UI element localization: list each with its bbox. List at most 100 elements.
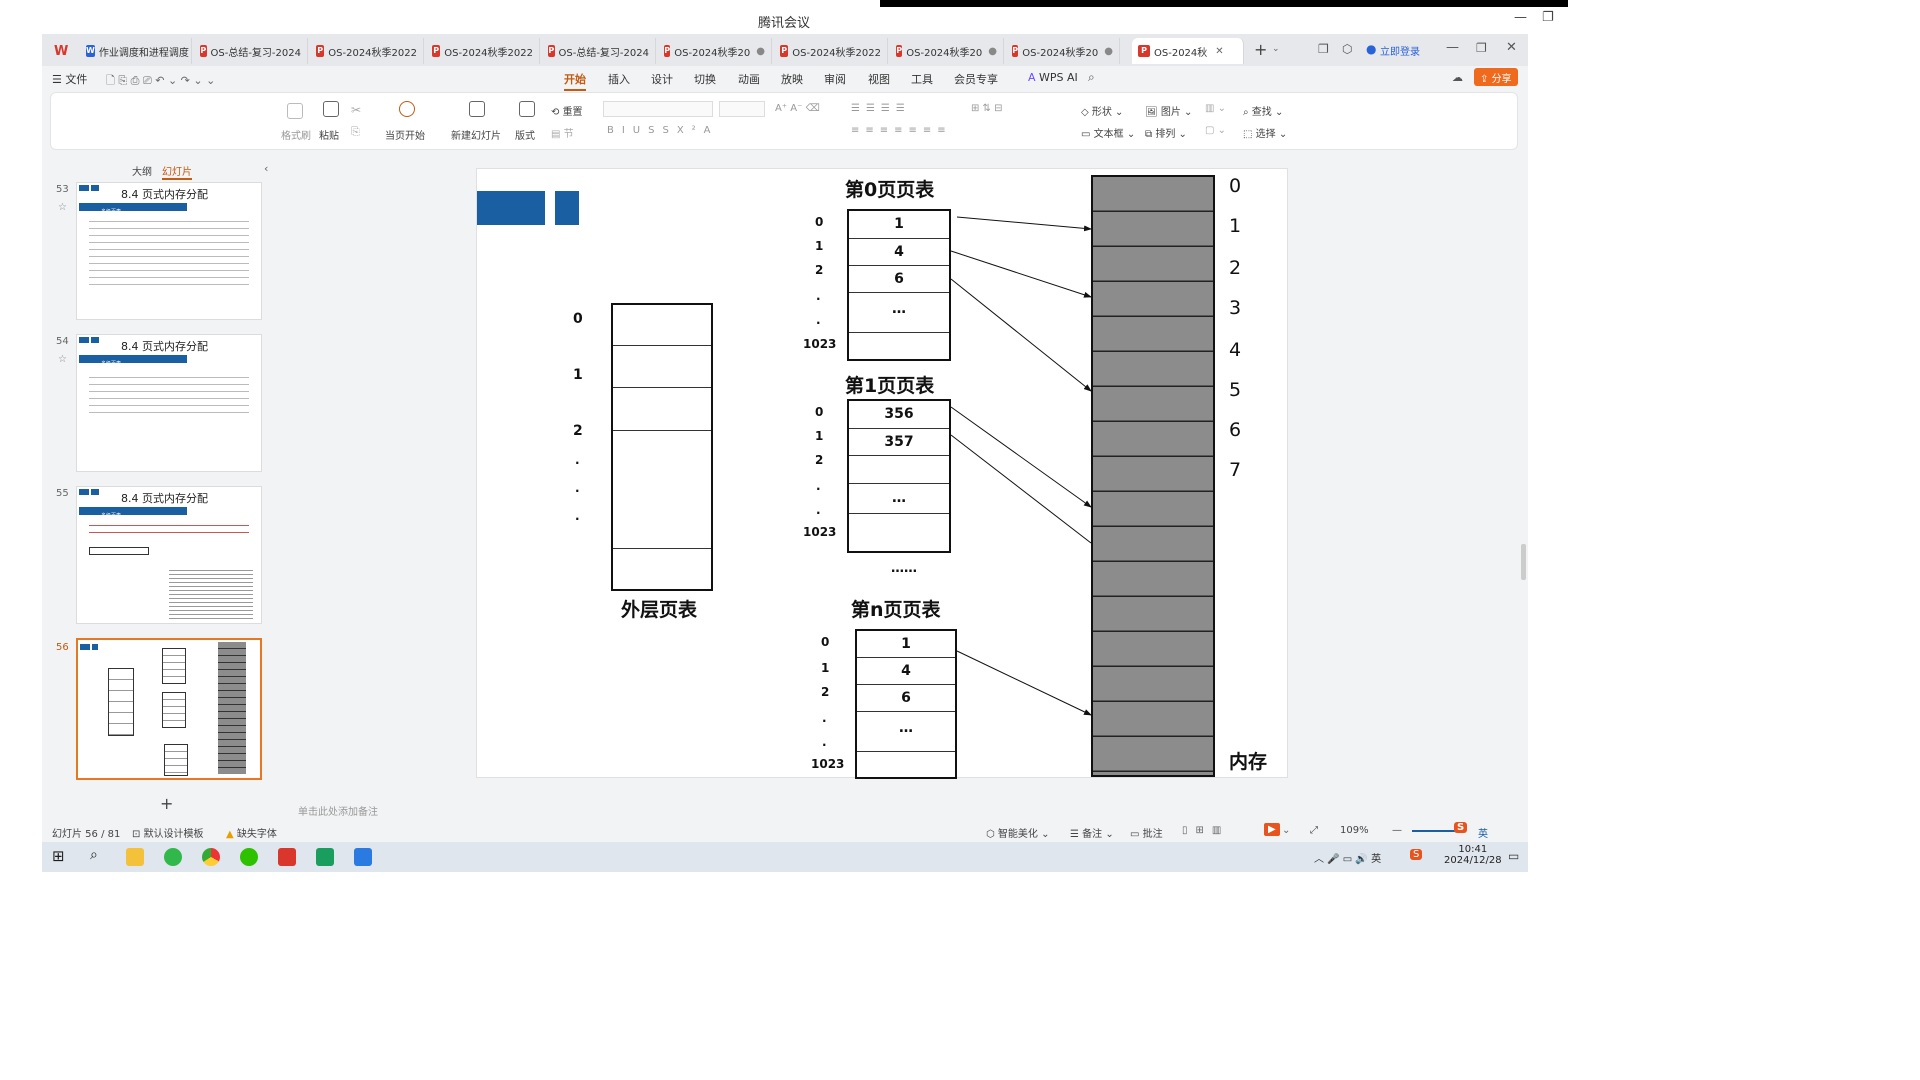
comments-button[interactable]: ▭ 批注 [1130, 825, 1163, 840]
wps-icon[interactable] [278, 848, 296, 866]
font-name-select[interactable] [603, 101, 713, 117]
cut-icon[interactable]: ✂ [351, 103, 361, 117]
cloud-icon[interactable]: ☁ [1452, 71, 1463, 84]
app-icon[interactable] [164, 848, 182, 866]
slide-thumbnail[interactable]: 8.4 页式内存分配 多级页表 [76, 334, 262, 472]
play-from-current-label[interactable]: 当页开始 [385, 127, 425, 142]
menu-insert[interactable]: 插入 [608, 71, 630, 87]
slide[interactable]: 0 1 2 . . . 外层页表 第0页页表 0 1 2 . . 1023 1 … [476, 168, 1288, 779]
text-direction-buttons[interactable]: ⊞ ⇅ ⊟ [971, 103, 1003, 114]
menu-slideshow[interactable]: 放映 [781, 71, 803, 87]
menu-review[interactable]: 审阅 [824, 71, 846, 87]
slide-thumbnail[interactable]: 8.4 页式内存分配 多级页表 [76, 182, 262, 320]
missing-font-button[interactable]: ▲ 缺失字体 [226, 825, 277, 840]
zoom-out-icon[interactable]: — [1392, 825, 1402, 836]
tab-active-document[interactable]: P OS-2024秋 ✕ [1132, 38, 1244, 64]
tab-outline[interactable]: 大纲 [132, 163, 152, 178]
select-button[interactable]: ⬚ 选择 ⌄ [1243, 125, 1287, 140]
new-tab-icon[interactable]: + [1254, 40, 1267, 59]
tab-document[interactable]: P OS-2024秋季20 ● [1006, 38, 1120, 64]
align-buttons[interactable]: ≡≡≡≡≡≡≡ [851, 125, 952, 136]
tab-document[interactable]: P OS-2024秋季2022 [310, 38, 424, 64]
view-mode-buttons[interactable]: ▯⊞▥ [1182, 825, 1229, 836]
zoom-slider[interactable] [1412, 830, 1458, 832]
menu-tools[interactable]: 工具 [911, 71, 933, 87]
tencent-meeting-icon[interactable] [354, 848, 372, 866]
login-link[interactable]: 立即登录 [1380, 43, 1420, 58]
restore-icon[interactable]: ❐ [1476, 41, 1487, 55]
layout-icon[interactable] [519, 101, 535, 117]
tab-document[interactable]: P OS-2024秋季20 ● [658, 38, 772, 64]
share-button[interactable]: ⇪ 分享 [1474, 68, 1518, 86]
copy-icon[interactable]: ⎘ [351, 125, 360, 139]
text-format-buttons[interactable]: BIUSSX²A [607, 125, 719, 136]
menu-file[interactable]: ☰ 文件 [52, 71, 87, 87]
tab-document[interactable]: P OS-总结-复习-2024 [542, 38, 656, 64]
search-icon[interactable]: ⌕ [1088, 70, 1095, 85]
template-button[interactable]: ⊡ 默认设计模板 [132, 825, 204, 840]
vertical-scrollbar[interactable] [1519, 152, 1528, 812]
notes-button[interactable]: ☰ 备注 ⌄ [1070, 825, 1114, 840]
fill-icon[interactable]: ▥ ⌄ [1205, 103, 1226, 114]
minimize-icon[interactable]: — [1446, 40, 1459, 55]
paste-label[interactable]: 粘贴 [319, 127, 339, 142]
font-size-select[interactable] [719, 101, 765, 117]
layout-label[interactable]: 版式 [515, 127, 535, 142]
sogou-ime-icon[interactable]: S [1454, 822, 1468, 833]
tab-document[interactable]: P OS-2024秋季20 ● [890, 38, 1004, 64]
tab-document[interactable]: P OS-2024秋季2022 [426, 38, 540, 64]
play-icon[interactable]: ▶ [1264, 823, 1280, 836]
font-size-controls[interactable]: A⁺ A⁻ ⌫ [775, 103, 820, 114]
tab-slides[interactable]: 幻灯片 [162, 163, 192, 180]
search-icon[interactable]: ⌕ [90, 847, 98, 863]
new-slide-label[interactable]: 新建幻灯片 [451, 127, 501, 142]
format-painter-icon[interactable] [287, 103, 303, 119]
star-icon[interactable]: ☆ [58, 354, 67, 365]
zoom-level[interactable]: 109% [1340, 825, 1369, 836]
chrome-icon[interactable] [202, 848, 220, 866]
minimize-icon[interactable]: — [1514, 10, 1527, 25]
paste-icon[interactable] [323, 101, 339, 117]
add-slide-button[interactable]: + [160, 794, 173, 813]
app-icon[interactable] [316, 848, 334, 866]
find-button[interactable]: ⌕ 查找 ⌄ [1243, 103, 1283, 118]
section-button[interactable]: ▤ 节 [551, 125, 574, 140]
chevron-down-icon[interactable]: ⌄ [1272, 44, 1280, 54]
tab-document[interactable]: P OS-总结-复习-2024 [194, 38, 308, 64]
window-icon[interactable]: ❐ [1318, 42, 1329, 56]
cube-icon[interactable]: ⬡ [1342, 42, 1352, 56]
star-icon[interactable]: ☆ [58, 202, 67, 213]
wechat-icon[interactable] [240, 848, 258, 866]
new-slide-icon[interactable] [469, 101, 485, 117]
play-from-current-icon[interactable] [399, 101, 415, 117]
tab-document[interactable]: P OS-2024秋季2022 [774, 38, 888, 64]
beautify-button[interactable]: ⬡ 智能美化 ⌄ [986, 825, 1049, 840]
menu-view[interactable]: 视图 [868, 71, 890, 87]
file-explorer-icon[interactable] [126, 848, 144, 866]
outline-icon[interactable]: ▢ ⌄ [1205, 125, 1226, 136]
slide-thumbnail-selected[interactable] [76, 638, 262, 780]
tab-document[interactable]: W 作业调度和进程调度 [80, 38, 192, 64]
textbox-button[interactable]: ▭ 文本框 ⌄ [1081, 125, 1135, 140]
arrange-button[interactable]: ⧉ 排列 ⌄ [1145, 125, 1187, 140]
windows-start-icon[interactable]: ⊞ [52, 847, 65, 865]
menu-design[interactable]: 设计 [651, 71, 673, 87]
wps-home-tab[interactable]: W [48, 38, 78, 64]
quick-access-toolbar[interactable]: 🗋 ⎘ ⎙ ⎚ ↶ ⌄ ↷ ⌄ ⌄ [106, 72, 215, 91]
chevron-down-icon[interactable]: ⌄ [1282, 825, 1290, 836]
restore-icon[interactable]: ❐ [1542, 10, 1554, 25]
notification-icon[interactable]: ▭ [1508, 849, 1519, 863]
notes-pane[interactable]: 单击此处添加备注 [292, 798, 1518, 822]
shape-button[interactable]: ◇ 形状 ⌄ [1081, 103, 1123, 118]
wps-ai-button[interactable]: A WPS AI [1028, 71, 1078, 84]
reset-button[interactable]: ⟲ 重置 [551, 103, 583, 118]
ime-mode[interactable]: 英 [1478, 825, 1488, 840]
list-buttons[interactable]: ☰☰☰☰ [851, 103, 911, 114]
menu-home[interactable]: 开始 [564, 71, 586, 91]
menu-member[interactable]: 会员专享 [954, 71, 998, 87]
picture-button[interactable]: 🖼 图片 ⌄ [1145, 103, 1192, 118]
close-tab-icon[interactable]: ✕ [1215, 46, 1223, 57]
clock[interactable]: 10:41 2024/12/28 [1444, 844, 1502, 866]
tray-icons[interactable]: ︿ 🎤 ▭ 🔊 英 [1314, 850, 1381, 865]
fit-icon[interactable]: ⤢ [1310, 825, 1318, 836]
